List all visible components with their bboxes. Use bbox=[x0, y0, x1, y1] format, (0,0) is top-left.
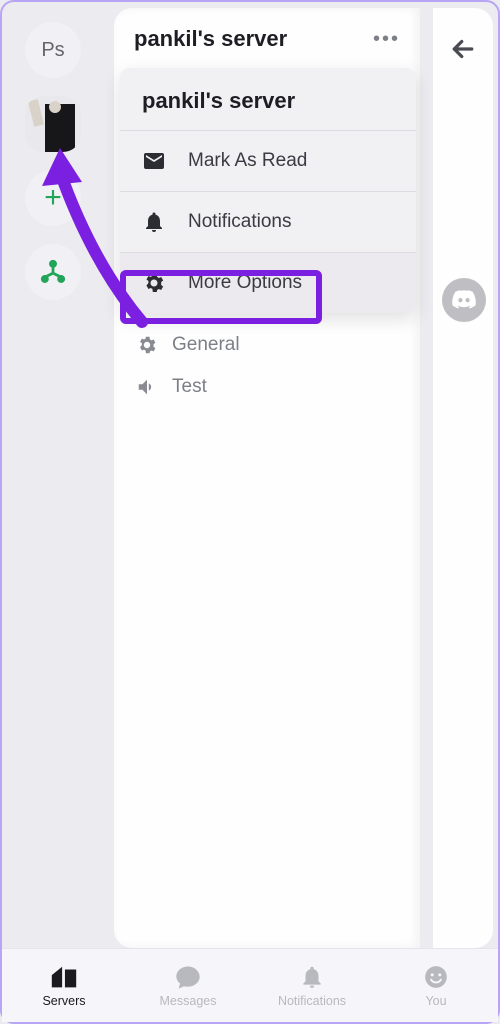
nav-notifications[interactable]: Notifications bbox=[250, 949, 374, 1022]
menu-notifications-label: Notifications bbox=[188, 211, 292, 233]
menu-more-options-label: More Options bbox=[188, 272, 302, 294]
menu-more-options[interactable]: More Options bbox=[120, 253, 416, 313]
speaker-icon bbox=[136, 376, 158, 398]
arrow-left-icon bbox=[448, 34, 478, 64]
bell-icon bbox=[299, 963, 325, 991]
nav-notifications-label: Notifications bbox=[278, 994, 346, 1008]
discord-icon bbox=[451, 287, 477, 313]
popup-title: pankil's server bbox=[120, 68, 416, 130]
discord-logo-bubble[interactable] bbox=[442, 278, 486, 322]
right-panel-stub bbox=[433, 8, 493, 948]
smile-icon bbox=[423, 963, 449, 991]
channel-header: pankil's server ••• bbox=[114, 8, 420, 70]
plus-icon: + bbox=[44, 183, 62, 213]
server-title: pankil's server bbox=[134, 26, 287, 52]
nav-messages-label: Messages bbox=[160, 994, 217, 1008]
student-hub-button[interactable] bbox=[25, 244, 81, 300]
back-button[interactable] bbox=[448, 34, 478, 69]
servers-icon bbox=[49, 963, 79, 991]
nav-you-label: You bbox=[425, 994, 446, 1008]
bell-icon bbox=[142, 210, 166, 234]
messages-icon bbox=[174, 963, 202, 991]
menu-notifications[interactable]: Notifications bbox=[120, 192, 416, 252]
gear-icon bbox=[136, 334, 158, 356]
server-initials-badge[interactable]: Ps bbox=[25, 22, 81, 78]
nav-servers-label: Servers bbox=[42, 994, 85, 1008]
avatar-image bbox=[25, 96, 81, 152]
add-server-button[interactable]: + bbox=[25, 170, 81, 226]
server-initials-label: Ps bbox=[41, 39, 64, 62]
channel-general[interactable]: General bbox=[114, 324, 420, 366]
nav-servers[interactable]: Servers bbox=[2, 949, 126, 1022]
nav-messages[interactable]: Messages bbox=[126, 949, 250, 1022]
bottom-nav: Servers Messages Notifications You bbox=[2, 948, 498, 1022]
server-avatar[interactable] bbox=[25, 96, 81, 152]
hub-icon bbox=[39, 258, 67, 286]
server-rail: Ps + bbox=[7, 8, 99, 948]
nav-you[interactable]: You bbox=[374, 949, 498, 1022]
channel-general-label: General bbox=[172, 334, 240, 356]
more-icon[interactable]: ••• bbox=[373, 28, 400, 51]
channel-test-label: Test bbox=[172, 376, 207, 398]
server-context-menu: pankil's server Mark As Read Notificatio… bbox=[120, 68, 416, 313]
mail-icon bbox=[142, 149, 166, 173]
channel-test[interactable]: Test bbox=[114, 366, 420, 408]
menu-mark-as-read-label: Mark As Read bbox=[188, 150, 307, 172]
menu-mark-as-read[interactable]: Mark As Read bbox=[120, 131, 416, 191]
gear-icon bbox=[142, 271, 166, 295]
